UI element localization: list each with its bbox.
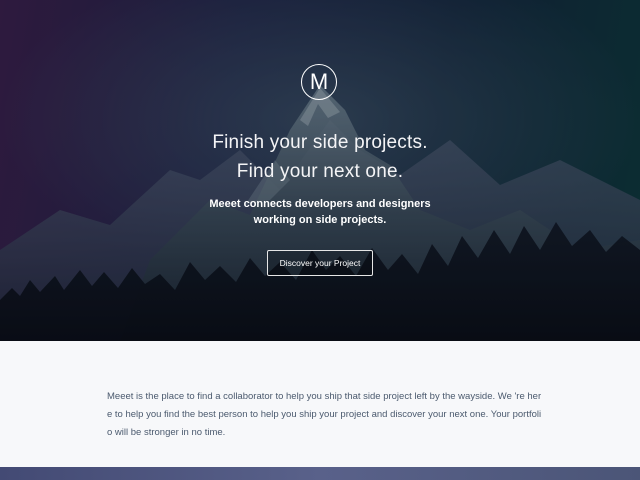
hero-content: M Finish your side projects. Find your n… — [0, 0, 640, 341]
meeet-logo[interactable]: M — [301, 64, 337, 100]
about-text: Meeet is the place to find a collaborato… — [107, 390, 542, 438]
headline-line-2: Find your next one. — [236, 161, 404, 182]
discover-project-label: Discover your Project — [279, 258, 361, 268]
landing-page: M Finish your side projects. Find your n… — [0, 0, 640, 480]
footer-band — [0, 467, 640, 480]
discover-project-button[interactable]: Discover your Project — [267, 250, 373, 276]
logo-letter: M — [309, 69, 329, 94]
hero-subtext: Meeet connects developers and designers … — [209, 198, 431, 226]
headline-line-1: Finish your side projects. — [212, 132, 428, 153]
hero-section: M Finish your side projects. Find your n… — [0, 0, 640, 341]
